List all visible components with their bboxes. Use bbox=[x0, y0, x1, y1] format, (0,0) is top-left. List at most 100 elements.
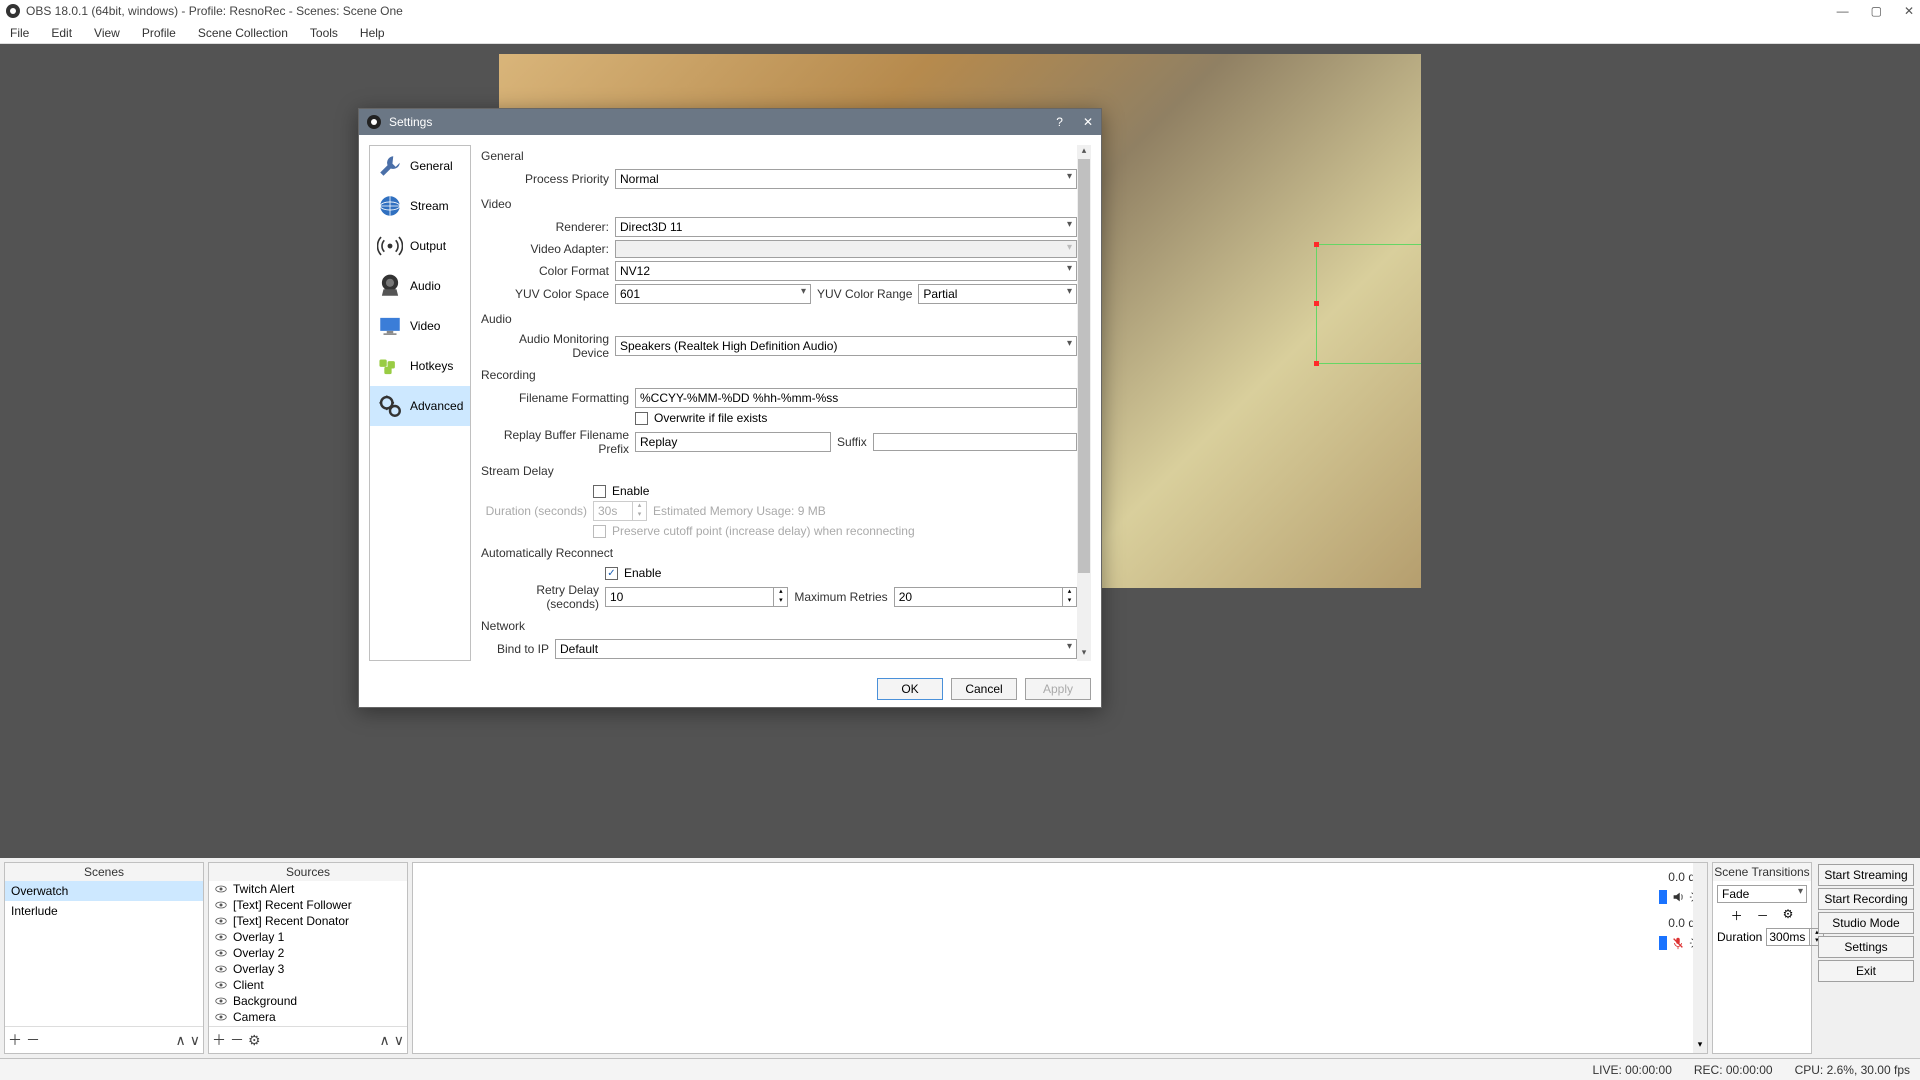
source-item[interactable]: Overlay 2 bbox=[209, 945, 407, 961]
eye-icon[interactable] bbox=[215, 931, 227, 943]
source-item[interactable]: Twitch Alert bbox=[209, 881, 407, 897]
add-source-icon[interactable]: ＋ bbox=[212, 1030, 226, 1050]
category-video[interactable]: Video bbox=[370, 306, 470, 346]
wrench-icon bbox=[376, 152, 404, 180]
retry-delay-spinner[interactable]: 10▴▾ bbox=[605, 587, 788, 607]
ok-button[interactable]: OK bbox=[877, 678, 943, 700]
minimize-icon[interactable]: — bbox=[1837, 4, 1849, 18]
mic-muted-icon[interactable] bbox=[1671, 936, 1685, 950]
menu-edit[interactable]: Edit bbox=[47, 24, 76, 42]
dialog-title: Settings bbox=[389, 115, 432, 129]
replay-prefix-input[interactable]: Replay bbox=[635, 432, 831, 452]
eye-icon[interactable] bbox=[215, 947, 227, 959]
help-icon[interactable]: ? bbox=[1056, 115, 1063, 129]
menu-file[interactable]: File bbox=[6, 24, 33, 42]
move-down-icon[interactable]: ∨ bbox=[394, 1032, 404, 1049]
renderer-select[interactable]: Direct3D 11 bbox=[615, 217, 1077, 237]
scene-item[interactable]: Interlude bbox=[5, 901, 203, 921]
settings-dialog: Settings ? ✕ General Stream Output Audio… bbox=[358, 108, 1102, 708]
filename-fmt-input[interactable]: %CCYY-%MM-%DD %hh-%mm-%ss bbox=[635, 388, 1077, 408]
source-item[interactable]: [Text] Recent Follower bbox=[209, 897, 407, 913]
source-settings-icon[interactable]: ⚙ bbox=[248, 1032, 261, 1049]
delay-enable-checkbox[interactable] bbox=[593, 485, 606, 498]
max-retries-spinner[interactable]: 20▴▾ bbox=[894, 587, 1077, 607]
add-scene-icon[interactable]: ＋ bbox=[8, 1030, 22, 1050]
overwrite-label: Overwrite if file exists bbox=[654, 411, 767, 425]
color-format-select[interactable]: NV12 bbox=[615, 261, 1077, 281]
settings-button[interactable]: Settings bbox=[1818, 936, 1914, 958]
source-item[interactable]: Background bbox=[209, 993, 407, 1009]
transition-settings-icon[interactable]: ⚙ bbox=[1783, 907, 1794, 924]
category-output[interactable]: Output bbox=[370, 226, 470, 266]
dock: Scenes Overwatch Interlude ＋ － ∧ ∨ Sourc… bbox=[0, 858, 1920, 1058]
dialog-close-icon[interactable]: ✕ bbox=[1083, 115, 1093, 129]
replay-prefix-label: Replay Buffer Filename Prefix bbox=[481, 428, 629, 456]
yuv-range-select[interactable]: Partial bbox=[918, 284, 1077, 304]
menu-view[interactable]: View bbox=[90, 24, 124, 42]
eye-icon[interactable] bbox=[215, 1011, 227, 1023]
keys-icon bbox=[376, 352, 404, 380]
remove-scene-icon[interactable]: － bbox=[26, 1030, 40, 1050]
remove-transition-icon[interactable]: － bbox=[1757, 907, 1769, 924]
source-item[interactable]: Overlay 1 bbox=[209, 929, 407, 945]
retry-delay-label: Retry Delay (seconds) bbox=[481, 583, 599, 611]
dialog-logo-icon bbox=[367, 115, 381, 129]
category-stream[interactable]: Stream bbox=[370, 186, 470, 226]
scrollbar[interactable]: ▾ bbox=[1693, 863, 1707, 1053]
menu-profile[interactable]: Profile bbox=[138, 24, 180, 42]
source-item[interactable]: Overlay 3 bbox=[209, 961, 407, 977]
form-scrollbar[interactable]: ▴ ▾ bbox=[1077, 145, 1091, 661]
remove-source-icon[interactable]: － bbox=[230, 1030, 244, 1050]
speaker-icon bbox=[376, 272, 404, 300]
start-recording-button[interactable]: Start Recording bbox=[1818, 888, 1914, 910]
maximize-icon[interactable]: ▢ bbox=[1871, 4, 1882, 18]
close-icon[interactable]: ✕ bbox=[1904, 4, 1914, 18]
monitor-icon bbox=[376, 312, 404, 340]
speaker-icon[interactable] bbox=[1671, 890, 1685, 904]
exit-button[interactable]: Exit bbox=[1818, 960, 1914, 982]
eye-icon[interactable] bbox=[215, 883, 227, 895]
category-list: General Stream Output Audio Video Hotkey… bbox=[369, 145, 471, 661]
duration-input[interactable] bbox=[1766, 928, 1810, 946]
category-audio[interactable]: Audio bbox=[370, 266, 470, 306]
reconnect-enable-label: Enable bbox=[624, 566, 661, 580]
sources-list[interactable]: Twitch Alert [Text] Recent Follower [Tex… bbox=[209, 881, 407, 1026]
process-priority-select[interactable]: Normal bbox=[615, 169, 1077, 189]
scenes-list[interactable]: Overwatch Interlude bbox=[5, 881, 203, 1026]
overwrite-checkbox[interactable] bbox=[635, 412, 648, 425]
eye-icon[interactable] bbox=[215, 915, 227, 927]
eye-icon[interactable] bbox=[215, 995, 227, 1007]
category-hotkeys[interactable]: Hotkeys bbox=[370, 346, 470, 386]
move-up-icon[interactable]: ∧ bbox=[176, 1032, 186, 1049]
eye-icon[interactable] bbox=[215, 979, 227, 991]
source-item[interactable]: Client bbox=[209, 977, 407, 993]
menu-scene-collection[interactable]: Scene Collection bbox=[194, 24, 292, 42]
audio-mon-select[interactable]: Speakers (Realtek High Definition Audio) bbox=[615, 336, 1077, 356]
category-general[interactable]: General bbox=[370, 146, 470, 186]
move-down-icon[interactable]: ∨ bbox=[190, 1032, 200, 1049]
reconnect-enable-checkbox[interactable]: ✓ bbox=[605, 567, 618, 580]
menu-tools[interactable]: Tools bbox=[306, 24, 342, 42]
dialog-footer: OK Cancel Apply bbox=[359, 671, 1101, 707]
start-streaming-button[interactable]: Start Streaming bbox=[1818, 864, 1914, 886]
suffix-input[interactable] bbox=[873, 433, 1077, 451]
source-item[interactable]: [Text] Recent Donator bbox=[209, 913, 407, 929]
globe-icon bbox=[376, 192, 404, 220]
move-up-icon[interactable]: ∧ bbox=[380, 1032, 390, 1049]
sources-title: Sources bbox=[209, 863, 407, 881]
eye-icon[interactable] bbox=[215, 963, 227, 975]
selection-box[interactable] bbox=[1316, 244, 1421, 364]
menu-help[interactable]: Help bbox=[356, 24, 389, 42]
eye-icon[interactable] bbox=[215, 899, 227, 911]
app-logo-icon bbox=[6, 4, 20, 18]
transition-select[interactable]: Fade bbox=[1717, 885, 1807, 903]
cancel-button[interactable]: Cancel bbox=[951, 678, 1017, 700]
bind-ip-select[interactable]: Default bbox=[555, 639, 1077, 659]
source-item[interactable]: Camera bbox=[209, 1009, 407, 1025]
category-advanced[interactable]: Advanced bbox=[370, 386, 470, 426]
yuv-space-select[interactable]: 601 bbox=[615, 284, 811, 304]
studio-mode-button[interactable]: Studio Mode bbox=[1818, 912, 1914, 934]
gears-icon bbox=[376, 392, 404, 420]
add-transition-icon[interactable]: ＋ bbox=[1731, 907, 1743, 924]
scene-item[interactable]: Overwatch bbox=[5, 881, 203, 901]
